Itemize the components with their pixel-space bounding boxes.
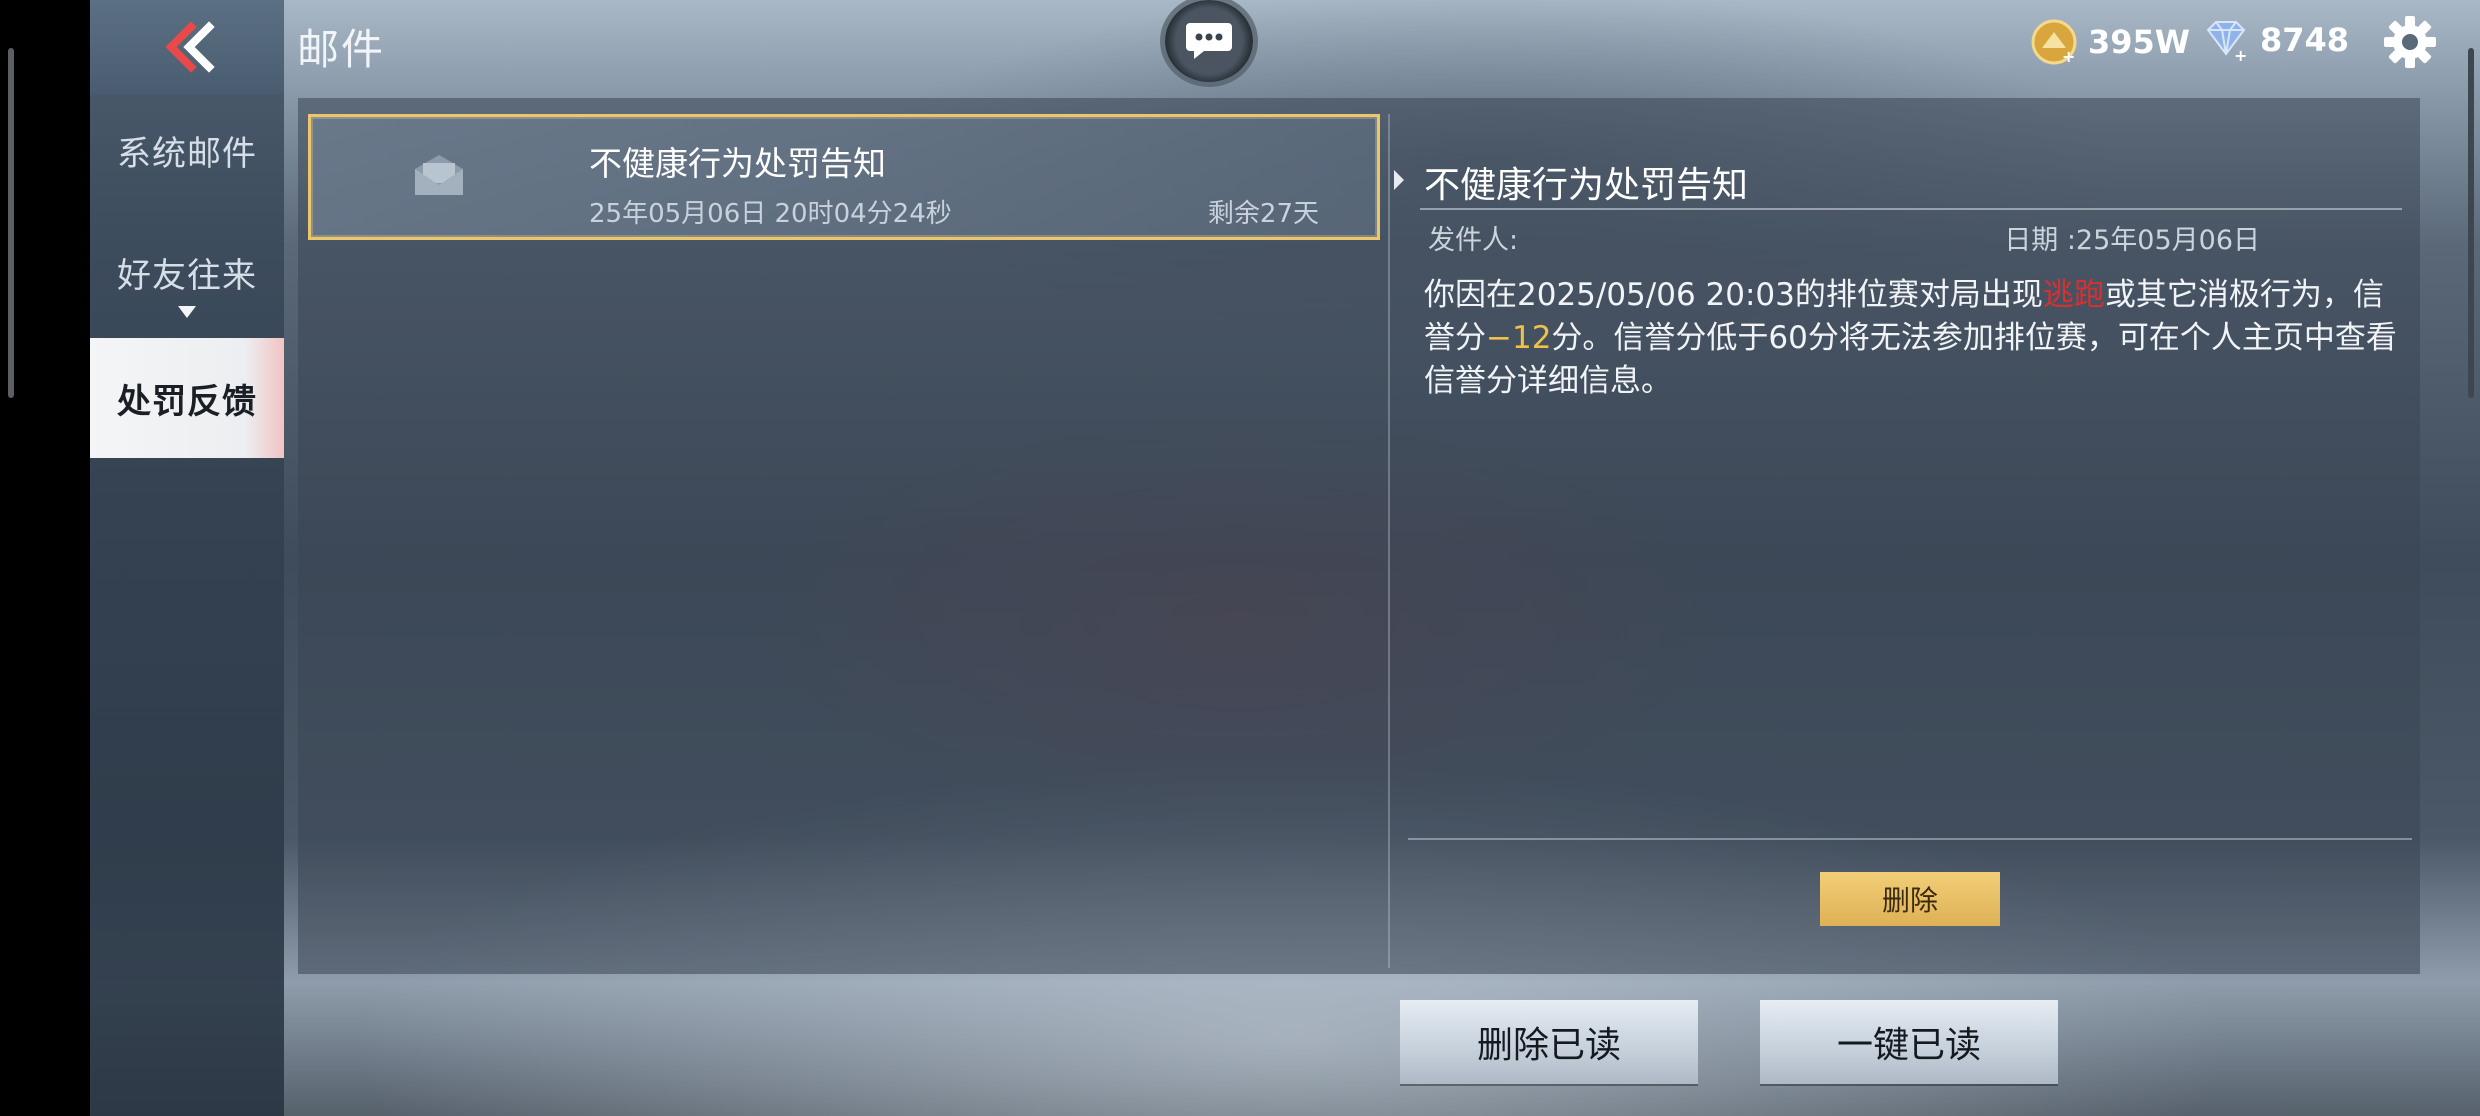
sidebar-item-friend-mail[interactable]: 好友往来	[90, 212, 284, 332]
svg-text:+: +	[2234, 46, 2247, 62]
envelope-icon	[415, 155, 463, 195]
mark-all-read-button[interactable]: 一键已读	[1760, 1000, 2058, 1084]
gold-amount: 395W	[2088, 23, 2191, 61]
gold-coin-icon: +	[2031, 19, 2077, 66]
diamond-icon: +	[2206, 21, 2247, 62]
selection-pointer-icon	[1394, 170, 1404, 190]
mail-body: 你因在2025/05/06 20:03的排位赛对局出现逃跑或其它消极行为，信誉分…	[1424, 274, 2404, 403]
detail-footer-divider	[1408, 838, 2412, 840]
chat-button[interactable]	[1165, 0, 1253, 82]
date-label: 日期 :25年05月06日	[2004, 225, 2260, 256]
chat-bubble-icon	[1186, 23, 1232, 59]
body-text: 你因在2025/05/06 20:03的排位赛对局出现	[1424, 277, 2043, 313]
delete-button[interactable]: 删除	[1820, 872, 2000, 926]
diamond-amount: 8748	[2260, 21, 2350, 59]
back-button[interactable]	[90, 0, 284, 94]
body-text: 分。信誉分低于60分将无法参加排位赛，可在个人主页中查看信誉分详细信息。	[1424, 320, 2397, 399]
gear-icon[interactable]	[2382, 14, 2438, 70]
sidebar-item-label: 处罚反馈	[117, 381, 257, 422]
detail-title: 不健康行为处罚告知	[1424, 165, 1749, 206]
system-scroll-indicator	[8, 48, 14, 398]
svg-text:+: +	[2062, 47, 2075, 66]
sidebar-item-penalty-feedback[interactable]: 处罚反馈	[90, 338, 284, 458]
double-chevron-left-icon	[165, 21, 215, 73]
mail-screen: 系统邮件 好友往来 处罚反馈 邮件 + 395W + 8748 不健康行为处罚告…	[90, 0, 2480, 1116]
mail-time: 25年05月06日 20时04分24秒	[589, 199, 952, 229]
sidebar-item-label: 好友往来	[117, 255, 257, 296]
delete-read-button[interactable]: 删除已读	[1400, 1000, 1698, 1084]
gold-currency[interactable]: + 395W	[2030, 18, 2190, 66]
sidebar-item-label: 系统邮件	[117, 133, 257, 174]
body-penalty: −12	[1486, 320, 1552, 356]
sidebar: 系统邮件 好友往来 处罚反馈	[90, 0, 284, 1116]
panel-divider	[1388, 114, 1390, 968]
mail-list-item[interactable]: 不健康行为处罚告知 25年05月06日 20时04分24秒 剩余27天	[308, 114, 1380, 240]
mail-subject: 不健康行为处罚告知	[589, 144, 886, 183]
page-title: 邮件	[297, 25, 386, 74]
caret-down-icon	[178, 306, 196, 318]
scroll-indicator	[2468, 48, 2474, 398]
sidebar-item-system-mail[interactable]: 系统邮件	[90, 90, 284, 210]
detail-divider	[1420, 208, 2402, 210]
mail-remaining: 剩余27天	[1207, 199, 1319, 229]
diamond-currency[interactable]: + 8748	[2202, 18, 2349, 62]
sender-label: 发件人:	[1428, 225, 1519, 256]
body-highlight: 逃跑	[2042, 277, 2105, 313]
